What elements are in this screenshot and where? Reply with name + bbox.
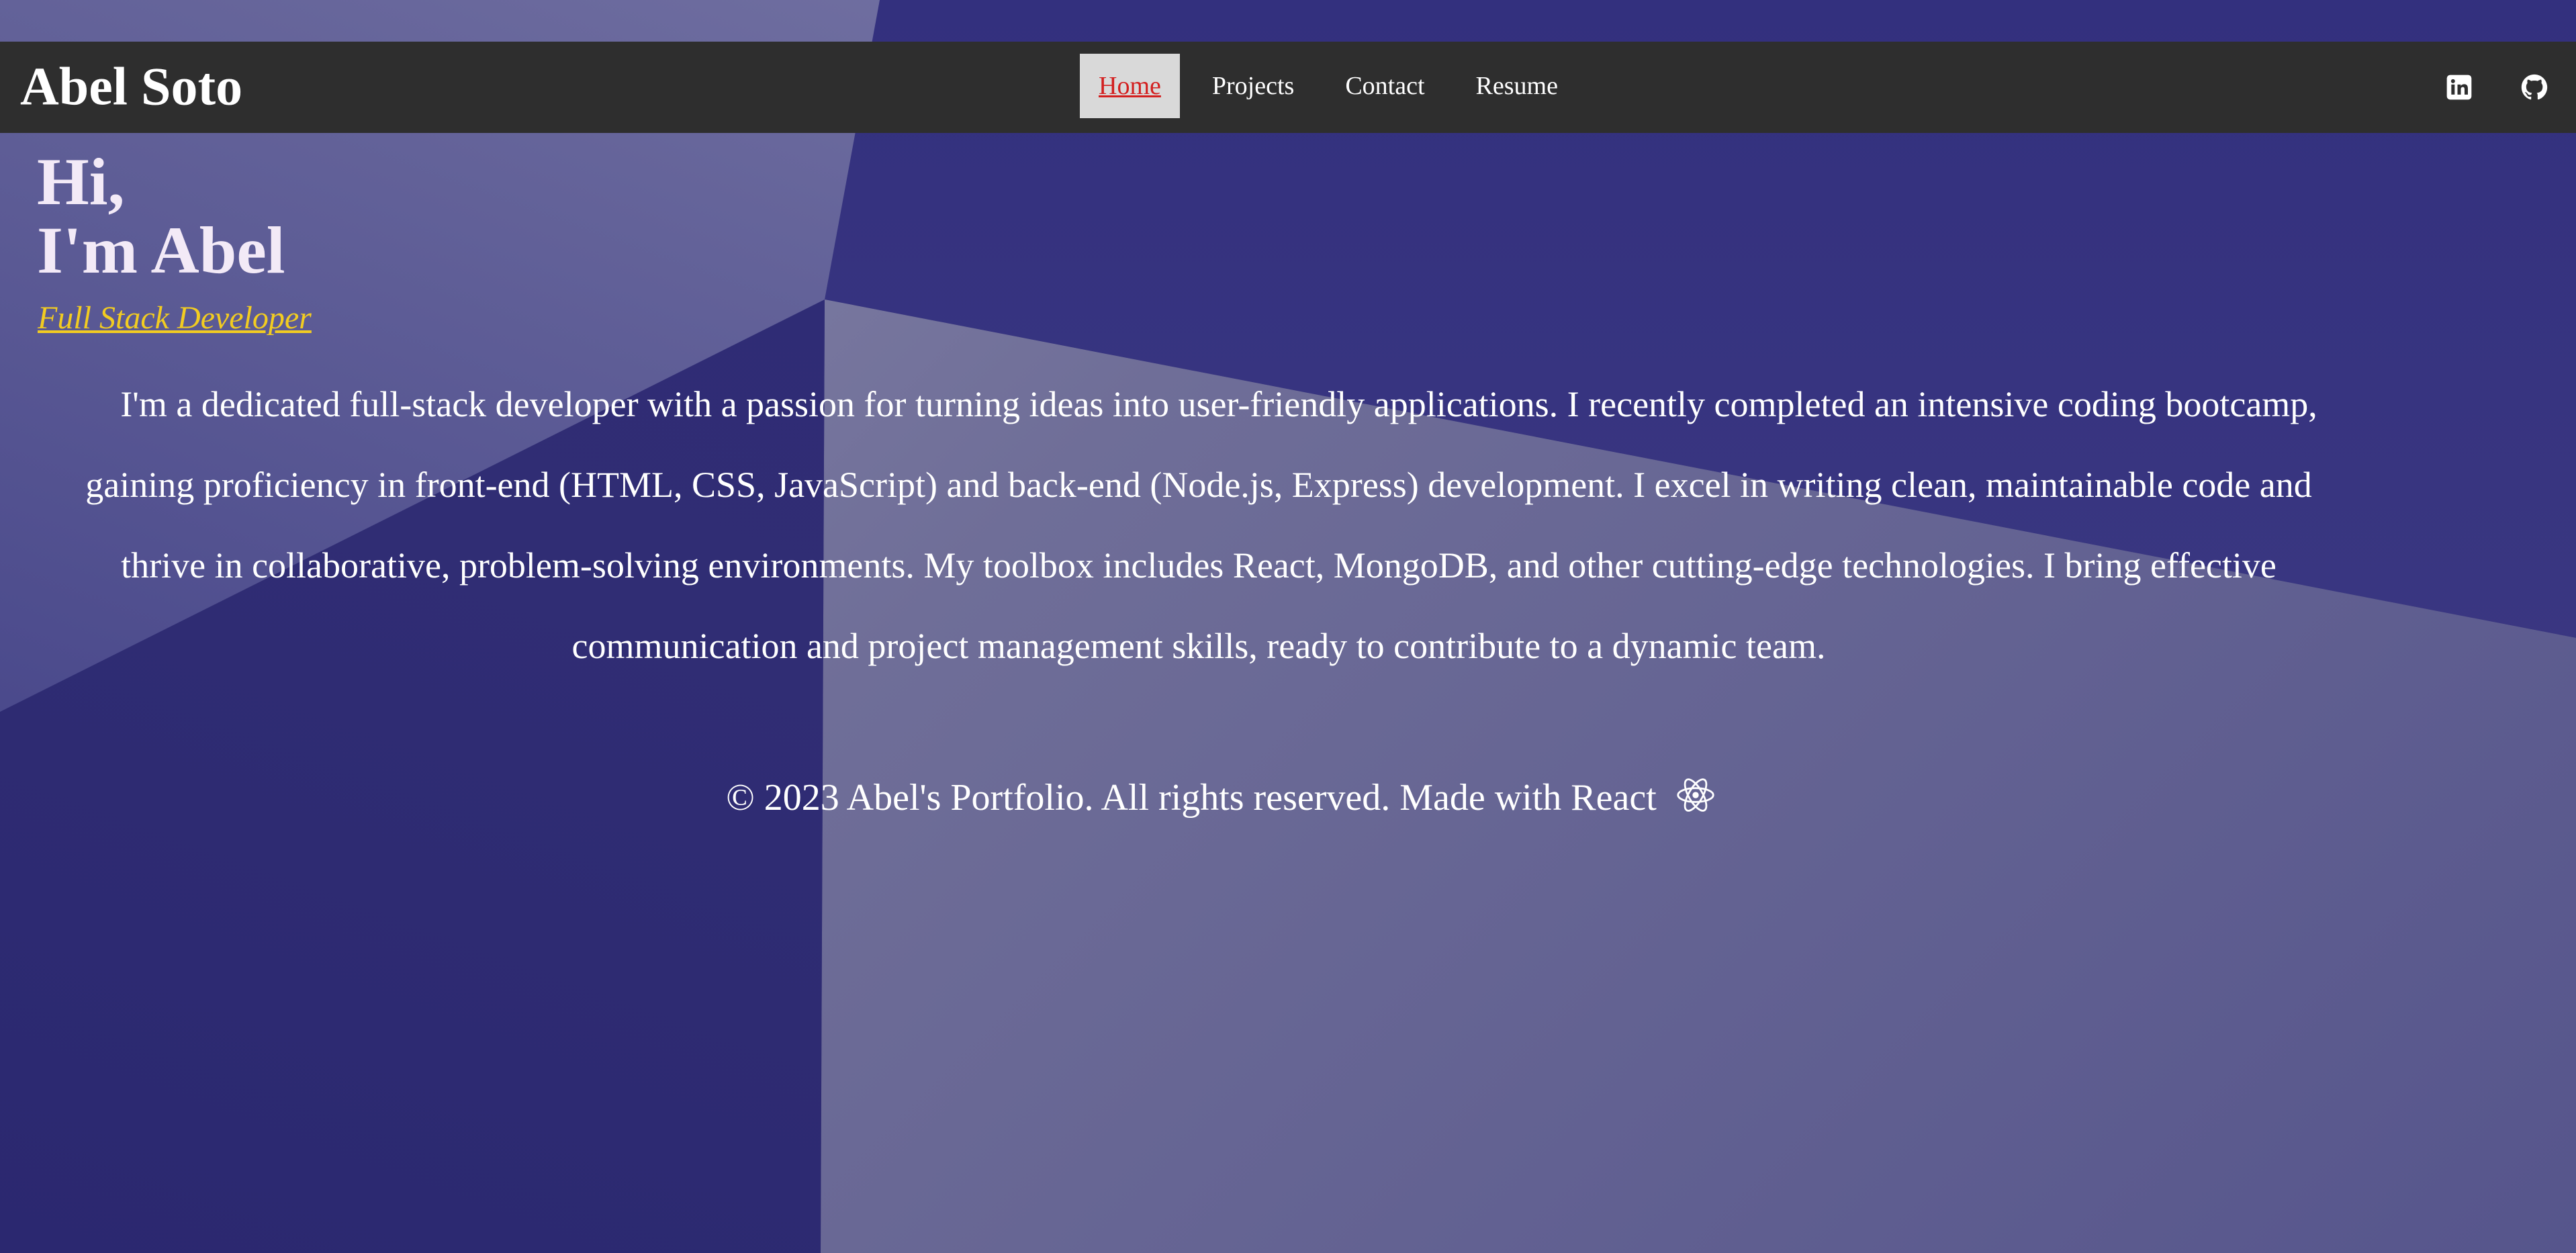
greeting-line-2: I'm Abel: [37, 213, 285, 287]
nav-link-contact[interactable]: Contact: [1326, 54, 1443, 118]
github-icon[interactable]: [2521, 74, 2548, 101]
social-links: [2446, 42, 2576, 133]
navbar: Abel Soto Home Projects Contact Resume: [0, 42, 2576, 133]
hero-greeting: Hi, I'm Abel: [37, 148, 285, 285]
footer: © 2023 Abel's Portfolio. All rights rese…: [0, 765, 2442, 830]
nav-link-resume[interactable]: Resume: [1457, 54, 1577, 118]
footer-text: © 2023 Abel's Portfolio. All rights rese…: [726, 777, 1657, 819]
nav-link-home[interactable]: Home: [1080, 54, 1180, 118]
react-icon: [1675, 775, 1716, 815]
nav-link-projects[interactable]: Projects: [1193, 54, 1313, 118]
linkedin-icon[interactable]: [2446, 74, 2473, 101]
bio-paragraph: I'm a dedicated full-stack developer wit…: [85, 384, 2317, 666]
role-link[interactable]: Full Stack Developer: [38, 299, 312, 336]
brand-name[interactable]: Abel Soto: [20, 57, 242, 118]
nav-links: Home Projects Contact Resume: [1080, 54, 1590, 118]
greeting-line-1: Hi,: [37, 144, 125, 219]
